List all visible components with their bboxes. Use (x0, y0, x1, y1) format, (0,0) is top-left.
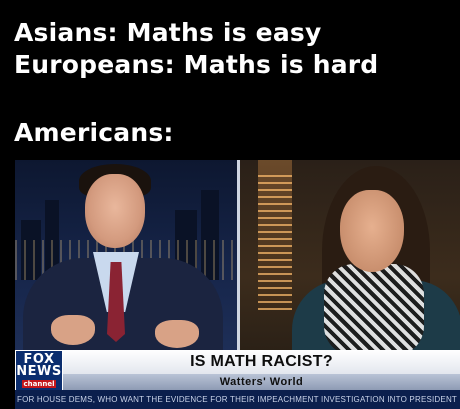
fox-news-logo: FOX NEWS channel (15, 350, 63, 392)
guest-face (340, 190, 404, 272)
headline-chyron: IS MATH RACIST? (63, 350, 460, 374)
host-right-hand (155, 320, 199, 348)
headline-text: IS MATH RACIST? (190, 353, 333, 370)
host-left-hand (51, 315, 95, 345)
host-panel (15, 160, 237, 355)
skyscraper-lights (258, 170, 292, 310)
logo-news: NEWS (16, 364, 62, 379)
show-name: Watters' World (219, 376, 304, 388)
show-name-bar: Watters' World (63, 374, 460, 390)
guest-panel (240, 160, 460, 355)
ticker-text: FOR HOUSE DEMS, WHO WANT THE EVIDENCE FO… (17, 395, 458, 404)
meme-image: Asians: Maths is easy Europeans: Maths i… (0, 0, 460, 409)
tv-screenshot: FOX NEWS channel IS MATH RACIST? Watters… (15, 160, 460, 409)
logo-channel: channel (21, 380, 57, 388)
caption-asians: Asians: Maths is easy (14, 18, 322, 47)
guest-scarf (324, 264, 424, 355)
caption-europeans: Europeans: Maths is hard (14, 50, 379, 79)
news-ticker: FOR HOUSE DEMS, WHO WANT THE EVIDENCE FO… (15, 390, 460, 409)
host-face (85, 174, 145, 248)
caption-americans: Americans: (14, 118, 174, 147)
